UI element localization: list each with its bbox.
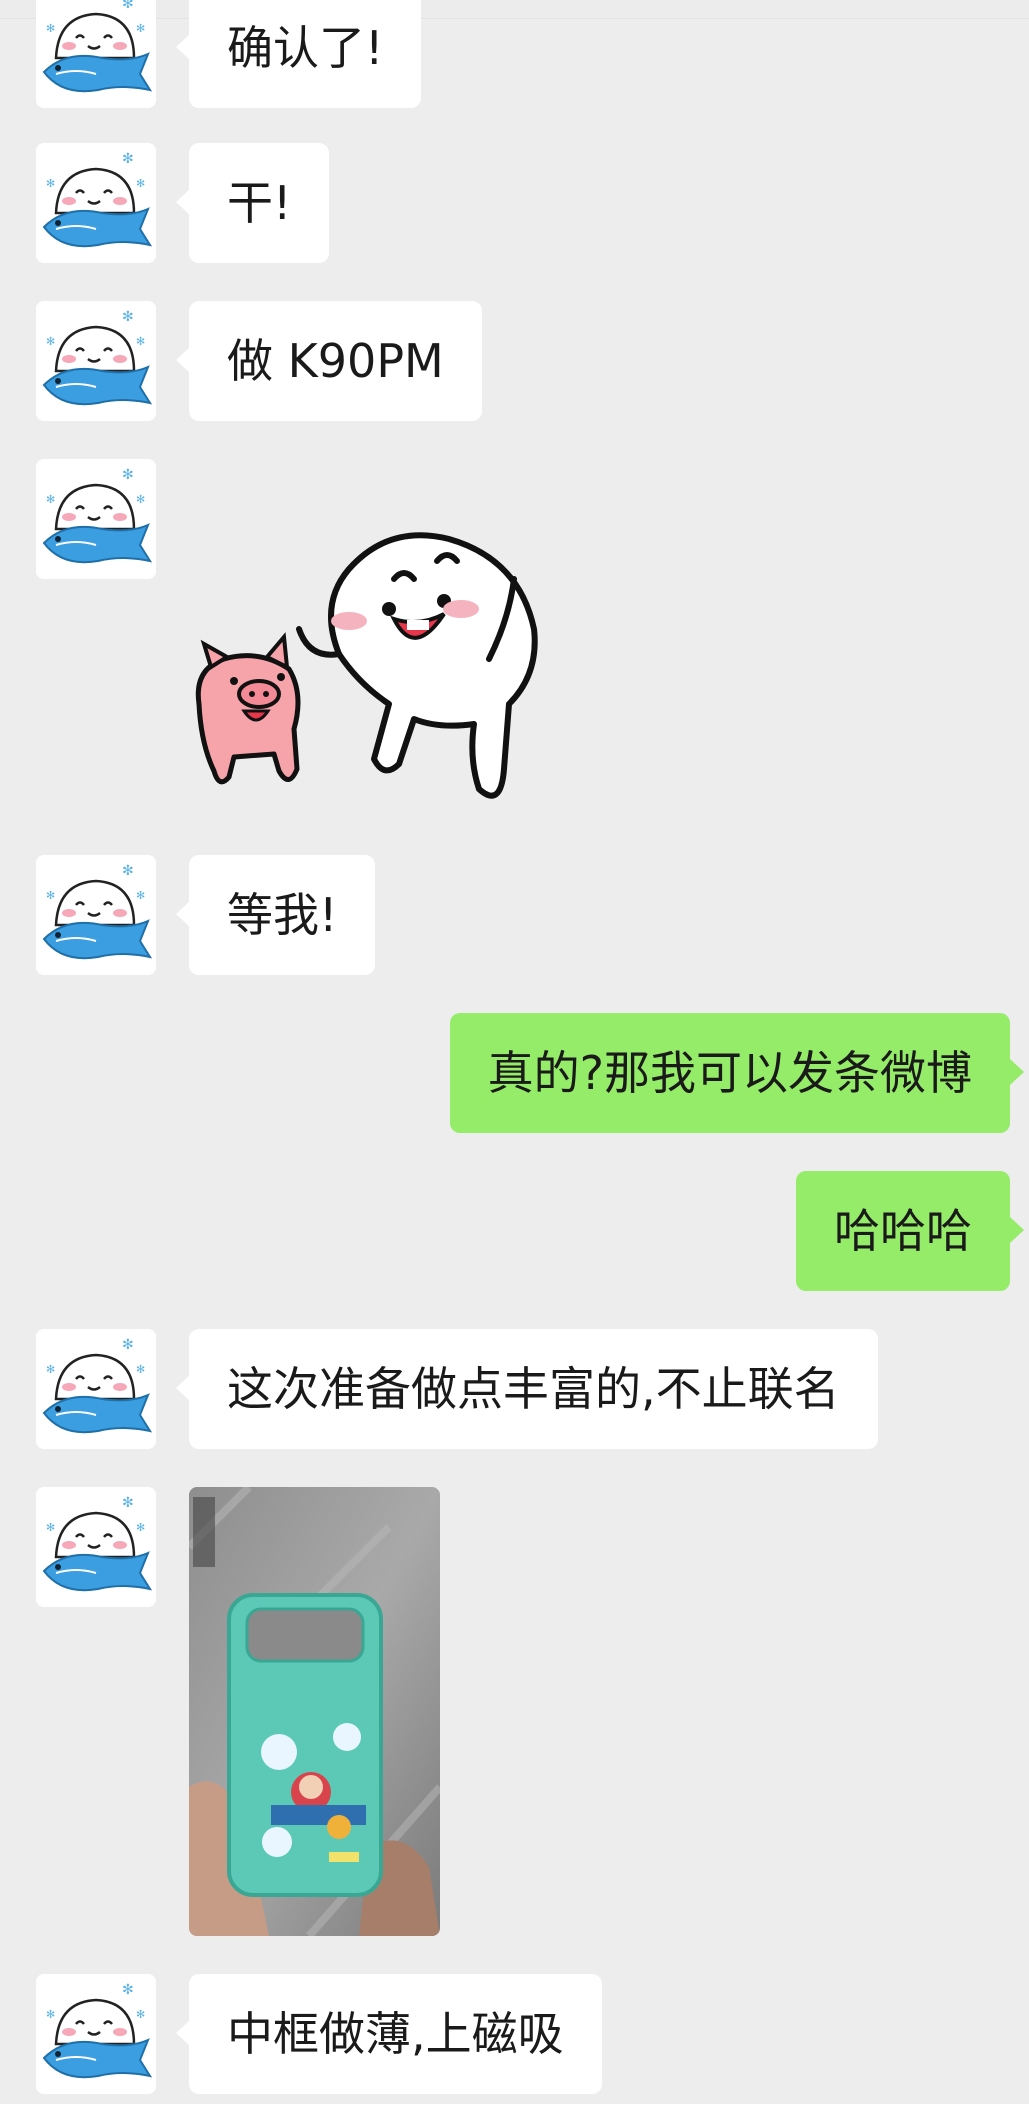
outgoing-message-bubble[interactable]: 哈哈哈 <box>796 1171 1024 1291</box>
laughing-dumpling-and-pig-sticker[interactable] <box>189 509 549 814</box>
contact-avatar[interactable] <box>36 855 156 975</box>
incoming-message-bubble[interactable]: 做 K90PM <box>176 301 482 421</box>
contact-avatar[interactable] <box>36 459 156 579</box>
incoming-message-bubble[interactable]: 等我! <box>175 855 376 975</box>
phone-case-photo[interactable] <box>189 1487 440 1936</box>
incoming-message-bubble[interactable]: 这次准备做点丰富的,不止联名 <box>176 1329 878 1449</box>
incoming-message-bubble[interactable]: 确认了! <box>175 0 422 108</box>
contact-avatar[interactable] <box>36 1974 156 2094</box>
contact-avatar[interactable] <box>36 301 156 421</box>
incoming-message-bubble[interactable]: 中框做薄,上磁吸 <box>176 1974 602 2094</box>
contact-avatar[interactable] <box>36 1329 156 1449</box>
incoming-message-bubble[interactable]: 干! <box>175 143 330 263</box>
contact-avatar[interactable] <box>36 143 156 263</box>
outgoing-message-bubble[interactable]: 真的?那我可以发条微博 <box>449 1013 1025 1133</box>
contact-avatar[interactable] <box>36 1487 156 1607</box>
contact-avatar[interactable] <box>36 0 156 108</box>
